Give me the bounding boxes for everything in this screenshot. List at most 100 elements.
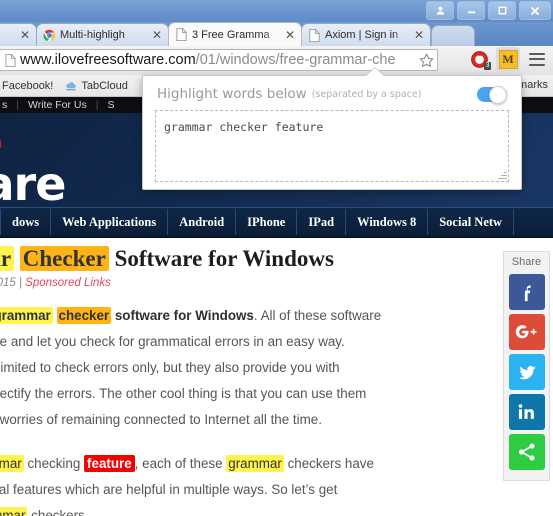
headline-highlight-grammar: mmar [0, 246, 15, 271]
adblock-extension-button[interactable]: 3 [467, 47, 491, 71]
tab-3-free-grammar[interactable]: 3 Free Gramma ✕ [168, 22, 302, 46]
new-tab-button[interactable] [431, 25, 475, 47]
minimize-icon [467, 11, 475, 14]
nav-item-social-networking[interactable]: Social Netw [428, 209, 515, 235]
article-date: ruary 1, 2015 [0, 277, 16, 289]
url-text: www.ilovefreesoftware.com/01/windows/fre… [20, 52, 416, 68]
share-googleplus-button[interactable] [508, 314, 545, 350]
article: mmar Checker Software for Windows ruary … [0, 237, 553, 516]
url-path: /01/windows/free-grammar-che [195, 52, 396, 68]
browser-window: ✕ Multi-highligh ✕ 3 Free Gramma ✕ Axiom… [0, 0, 553, 516]
chrome-menu-button[interactable] [525, 47, 549, 71]
share-linkedin-button[interactable] [508, 394, 545, 430]
text-segment: checkers have [283, 456, 374, 471]
text-segment: . All of these software [253, 308, 382, 323]
tab-title: Axiom | Sign in [325, 29, 399, 41]
url-host: www.ilovefreesoftware.com [20, 52, 196, 68]
tab-title: 3 Free Gramma [192, 28, 270, 41]
top-menu-item-write-for-us[interactable]: Write For Us [19, 99, 96, 111]
page-security-icon [5, 53, 16, 67]
nav-item-web-applications[interactable]: Web Applications [51, 209, 169, 235]
nav-item-windows-8[interactable]: Windows 8 [346, 209, 429, 235]
bookmark-tabcloud[interactable]: TabCloud [59, 78, 133, 94]
window-titlebar [0, 0, 553, 23]
share-more-button[interactable] [508, 434, 545, 470]
facebook-icon [524, 285, 531, 302]
share-sidebar: Share [503, 251, 550, 481]
highlight-toggle[interactable] [477, 86, 507, 104]
nav-item-android[interactable]: Android [168, 209, 237, 235]
tab-0-partial[interactable]: ✕ [0, 23, 37, 46]
nav-item-iphone[interactable]: IPhone [236, 209, 298, 235]
page-icon [309, 28, 320, 42]
headline-rest: Software for Windows [108, 246, 334, 271]
user-icon [436, 6, 444, 15]
page-title: mmar Checker Software for Windows [0, 245, 553, 273]
close-button[interactable] [519, 1, 551, 20]
paragraph-1: 3 free grammar checker software for Wind… [0, 303, 553, 433]
text-segment: software for Windows [111, 308, 254, 323]
site-navigation: dows Web Applications Android IPhone IPa… [0, 207, 553, 238]
bookmark-label: Facebook! [2, 79, 54, 92]
text-segment: checker [56, 307, 112, 324]
text-segment: are not limited to check errors only, bu… [0, 360, 340, 375]
tab-strip: ✕ Multi-highligh ✕ 3 Free Gramma ✕ Axiom… [0, 22, 553, 47]
tab-title: Multi-highligh [60, 29, 125, 41]
twitter-icon [518, 366, 536, 380]
tabcloud-icon [66, 81, 77, 90]
linkedin-icon [518, 404, 534, 419]
text-segment: , each of these [134, 456, 227, 471]
share-facebook-button[interactable] [508, 274, 545, 310]
close-icon [530, 6, 540, 15]
bookmark-label: TabCloud [81, 79, 128, 92]
tab-close-icon[interactable]: ✕ [283, 28, 297, 42]
tab-close-icon[interactable]: ✕ [150, 28, 164, 42]
tab-multi-highlight[interactable]: Multi-highligh ✕ [36, 23, 169, 46]
page-icon [176, 28, 187, 41]
text-segment: additional features which are helpful in… [0, 482, 338, 497]
article-byline: ruary 1, 2015 | Sponsored Links [0, 277, 553, 289]
bookmark-facebook[interactable]: Facebook! [0, 78, 59, 94]
user-switch-button[interactable] [426, 1, 454, 20]
popup-arrow [366, 68, 384, 76]
multi-highlight-extension-button[interactable]: M [496, 47, 520, 71]
tab-close-icon[interactable]: ✕ [18, 28, 32, 42]
google-plus-icon [515, 325, 537, 339]
headline-highlight-checker: Checker [19, 246, 109, 271]
site-logo[interactable]: ee ware [0, 119, 66, 207]
text-segment: grammar [226, 455, 284, 472]
text-segment: grammar [0, 507, 28, 516]
nav-item-ipad[interactable]: IPad [297, 209, 347, 235]
top-menu-item-2[interactable]: S [98, 99, 123, 111]
site-logo-line2: ware [0, 157, 66, 207]
article-body: 3 free grammar checker software for Wind… [0, 303, 553, 516]
top-menu-item-0[interactable]: s [0, 99, 16, 111]
resize-grip-icon[interactable] [497, 170, 507, 180]
adblock-badge-count: 3 [484, 62, 491, 70]
popup-textarea-wrapper [155, 110, 509, 182]
nav-item-windows[interactable]: dows [0, 209, 52, 235]
window-controls [426, 1, 551, 20]
text-segment: checking [23, 456, 85, 471]
maximize-icon [498, 6, 506, 15]
bookmark-star-icon[interactable] [418, 52, 435, 69]
popup-title: Highlight words below [157, 86, 307, 102]
highlight-words-input[interactable] [156, 111, 508, 181]
text-segment: grammar [0, 307, 53, 324]
share-icon [518, 443, 535, 461]
hamburger-menu-icon [529, 52, 545, 66]
text-segment: checkers. [27, 508, 89, 516]
multi-highlight-popup: Highlight words below (separated by a sp… [142, 75, 522, 190]
text-segment [53, 308, 57, 323]
popup-header: Highlight words below (separated by a sp… [143, 76, 521, 104]
share-twitter-button[interactable] [508, 354, 545, 390]
share-label: Share [511, 256, 542, 268]
maximize-button[interactable] [488, 1, 516, 20]
text-segment: grammar [0, 455, 24, 472]
sponsored-links-label[interactable]: Sponsored Links [25, 277, 111, 289]
tab-axiom-sign-in[interactable]: Axiom | Sign in ✕ [301, 23, 431, 46]
tab-close-icon[interactable]: ✕ [412, 28, 426, 42]
multi-highlight-icon: M [498, 49, 518, 69]
text-segment: e so no worries of remaining connected t… [0, 412, 322, 427]
minimize-button[interactable] [457, 1, 485, 20]
